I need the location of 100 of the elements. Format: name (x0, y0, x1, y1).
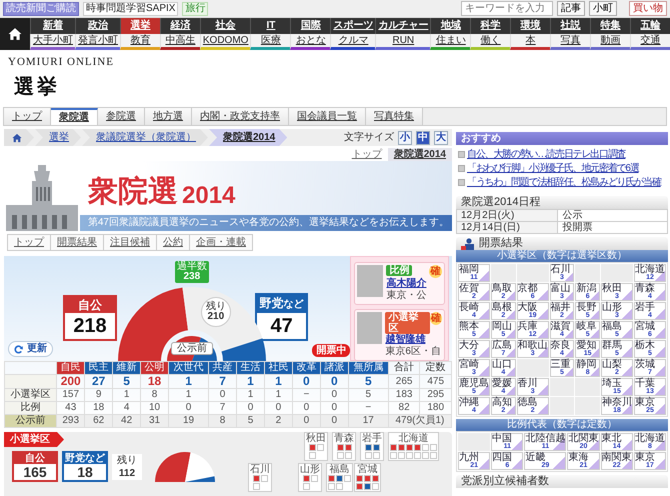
banner-tab[interactable]: 公約 (156, 234, 190, 251)
party-header: 自民 (56, 362, 85, 374)
banner-tab[interactable]: 注目候補 (103, 234, 157, 251)
column-header: 定数 (420, 362, 452, 374)
section-tab[interactable]: 内閣・政党支持率 (192, 108, 289, 125)
label-suffix: など (284, 299, 304, 310)
section-tab[interactable]: 衆院選 (51, 108, 98, 125)
subcategory-link[interactable]: 働く (470, 34, 510, 50)
breadcrumb-link[interactable]: 衆院選2014 (209, 129, 288, 146)
news-link[interactable]: 「うちわ」問題で法相辞任、松島みどり氏が当確 (467, 177, 661, 189)
breadcrumb-link[interactable]: 衆議院選挙（衆院選） (82, 129, 208, 146)
subcategory-link[interactable]: おとな (290, 34, 330, 50)
prefecture-name: 東京 (634, 398, 656, 408)
site-logo[interactable]: YOMIURI ONLINE (8, 56, 670, 69)
subcategory-link[interactable]: KODOMO (200, 34, 250, 50)
home-button[interactable] (0, 18, 30, 50)
prefecture-name: 宮城 (356, 465, 378, 475)
prefecture-name: 北海道 (634, 265, 665, 275)
seat-count-cell: 0 (208, 388, 237, 402)
candidate-name[interactable]: 越智隆雄 (385, 334, 442, 346)
subcategory-link[interactable]: 写真 (550, 34, 590, 50)
subcategory-link[interactable]: RUN (375, 34, 430, 50)
subcategory-link[interactable]: 発言小町 (75, 34, 120, 50)
prefecture-name: 京都 (518, 284, 539, 294)
seat-count-cell: 1 (264, 374, 292, 388)
pre-election-label: 公示前 (170, 342, 213, 355)
header-link[interactable]: 旅行 (182, 2, 208, 16)
refresh-button[interactable]: 更新 (8, 341, 53, 357)
photo-placeholder (357, 265, 384, 297)
search-scope-button[interactable]: 小町 (589, 1, 617, 16)
banner-tagline: 第47回衆議院議員選挙のニュースや各党の公約、選挙結果などをお伝えします。 (80, 215, 452, 231)
search-field[interactable]: キーワードを入力 (461, 1, 553, 16)
subcategory-link[interactable]: 住まい (430, 34, 470, 50)
prefecture-name: 山口 (492, 360, 513, 370)
coalition-label: 自公 (14, 453, 56, 464)
bullet-icon (458, 165, 465, 172)
subcategory-link[interactable]: 動画 (590, 34, 630, 50)
category-tab[interactable]: 選挙 (120, 18, 160, 34)
shop-button[interactable]: 買い物 (629, 1, 667, 16)
news-link[interactable]: 自公、大勝の勢い…読売日テレ出口調査 (467, 149, 626, 161)
party-header: 諸派 (320, 362, 348, 374)
prefecture-name: 石川 (550, 265, 572, 275)
banner-tab[interactable]: 企画・連載 (189, 234, 253, 251)
prefecture-box[interactable]: 北海道 (388, 432, 439, 461)
prefecture-name: 大阪 (518, 303, 539, 313)
section-tab[interactable]: 地方選 (145, 108, 192, 125)
page-title: 選挙 (14, 75, 61, 99)
section-tab[interactable]: 国会議員一覧 (289, 108, 366, 125)
news-link[interactable]: 「おわび行脚」小渕優子氏、地元密着で6選 (467, 163, 639, 175)
grid-filler (458, 433, 490, 451)
prefecture-box[interactable]: 秋田 (304, 432, 328, 461)
breadcrumb-link[interactable]: 選挙 (35, 129, 81, 146)
remaining-label: 残り (116, 454, 138, 466)
row-label: 公示前 (4, 414, 57, 428)
banner-tab[interactable]: 開票結果 (50, 234, 104, 251)
subcategory-link[interactable]: 教育 (120, 34, 160, 50)
font-size-button[interactable]: 中 (416, 130, 430, 144)
seat-count-cell: 27 (84, 374, 113, 388)
breadcrumb-home[interactable] (4, 129, 34, 146)
seat-count-cell: 1 (264, 388, 292, 402)
prefecture-box[interactable]: 山形 (298, 463, 322, 492)
prefecture-box[interactable]: 岩手 (360, 432, 384, 461)
seat-count-cell: 5 (348, 374, 388, 388)
subcategory-link[interactable]: 中高生 (160, 34, 200, 50)
section-tab[interactable]: トップ (4, 108, 51, 125)
prefecture-name: 香川 (518, 379, 539, 389)
section-tab[interactable]: 参院選 (98, 108, 145, 125)
prefecture-box[interactable]: 青森 (332, 432, 356, 461)
party-header: 公明 (140, 362, 169, 374)
seat-count-cell: 479(欠員1) (388, 414, 452, 428)
section-tab[interactable]: 写真特集 (366, 108, 423, 125)
font-size-button[interactable]: 小 (398, 130, 412, 144)
candidate-card[interactable]: 小選挙区 確 越智隆雄 東京6区・自 (354, 309, 445, 361)
seat-count-cell: 0 (320, 374, 348, 388)
party-header: 共産 (208, 362, 237, 374)
subcategory-link[interactable]: 医療 (250, 34, 290, 50)
seat-count: 18 (76, 464, 94, 480)
prefecture-name: 山梨 (602, 360, 623, 370)
prefecture-box[interactable]: 宮城 (354, 463, 381, 492)
sub-tab[interactable]: 衆院選2014 (388, 148, 452, 161)
remaining-count: 112 (118, 466, 136, 480)
prefecture-name: 福島 (602, 322, 623, 332)
subcategory-link[interactable]: 本 (510, 34, 550, 50)
subcategory-link[interactable]: 大手小町 (30, 34, 75, 50)
sub-tab[interactable]: トップ (346, 148, 388, 161)
prefecture-box[interactable]: 石川 (248, 463, 272, 492)
header-link[interactable]: 時事問題学習SAPIX (83, 2, 178, 16)
candidate-name[interactable]: 高木陽介 (386, 278, 442, 290)
seat-count-cell: 19 (168, 414, 209, 428)
subcategory-link[interactable]: クルマ (330, 34, 376, 50)
font-size-button[interactable]: 大 (434, 130, 448, 144)
subcategory-link[interactable]: 交通 (630, 34, 670, 50)
grid-filler (550, 397, 574, 415)
prefecture-box[interactable]: 福島 (326, 463, 353, 492)
prefecture-name: 北海道 (398, 434, 430, 444)
sidebar-header: 党派別立候補者数 (456, 475, 668, 488)
banner-tab[interactable]: トップ (7, 234, 51, 251)
prefecture-name: 高知 (492, 398, 513, 408)
search-scope-button[interactable]: 記事 (557, 1, 585, 16)
candidate-card[interactable]: 比例 確 高木陽介 東京・公 (354, 262, 445, 305)
